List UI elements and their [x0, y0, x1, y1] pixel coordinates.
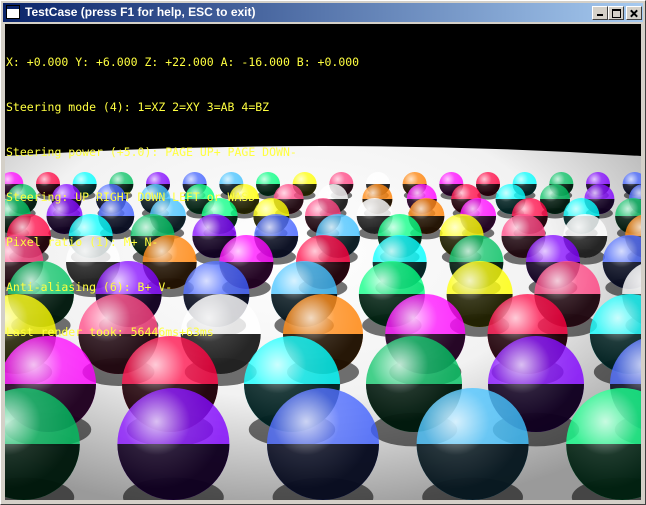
sphere-highlight	[267, 388, 379, 500]
close-icon	[627, 7, 641, 19]
close-button[interactable]	[626, 6, 642, 20]
hud-steering-keys: Steering: UP RIGHT DOWN LEFT or WASD	[6, 190, 256, 204]
title-bar[interactable]: TestCase (press F1 for help, ESC to exit…	[3, 3, 643, 22]
sphere-highlight	[416, 388, 529, 500]
app-window: TestCase (press F1 for help, ESC to exit…	[0, 0, 646, 505]
minimize-icon	[593, 7, 607, 19]
hud-steering-power: Steering power (+5.0): PAGE UP+ PAGE DOW…	[6, 145, 297, 159]
hud-anti-aliasing: Anti-aliasing (6): B+ V-	[6, 280, 173, 294]
hud-coordinates: X: +0.000 Y: +6.000 Z: +22.000 A: -16.00…	[6, 55, 360, 69]
window-app-icon[interactable]	[6, 5, 20, 19]
maximize-icon	[609, 7, 623, 19]
sphere-highlight	[117, 388, 230, 500]
hud-overlay: X: +0.000 Y: +6.000 Z: +22.000 A: -16.00…	[6, 25, 359, 370]
minimize-button[interactable]	[592, 6, 608, 20]
window-title: TestCase (press F1 for help, ESC to exit…	[25, 5, 256, 19]
hud-steering-mode: Steering mode (4): 1=XZ 2=XY 3=AB 4=BZ	[6, 100, 270, 114]
render-viewport[interactable]: X: +0.000 Y: +6.000 Z: +22.000 A: -16.00…	[5, 24, 641, 500]
hud-render-time: Last render took: 56446ms+63ms	[6, 325, 214, 339]
maximize-button[interactable]	[608, 6, 624, 20]
hud-pixel-ratio: Pixel ratio (1): M+ N-	[6, 235, 159, 249]
